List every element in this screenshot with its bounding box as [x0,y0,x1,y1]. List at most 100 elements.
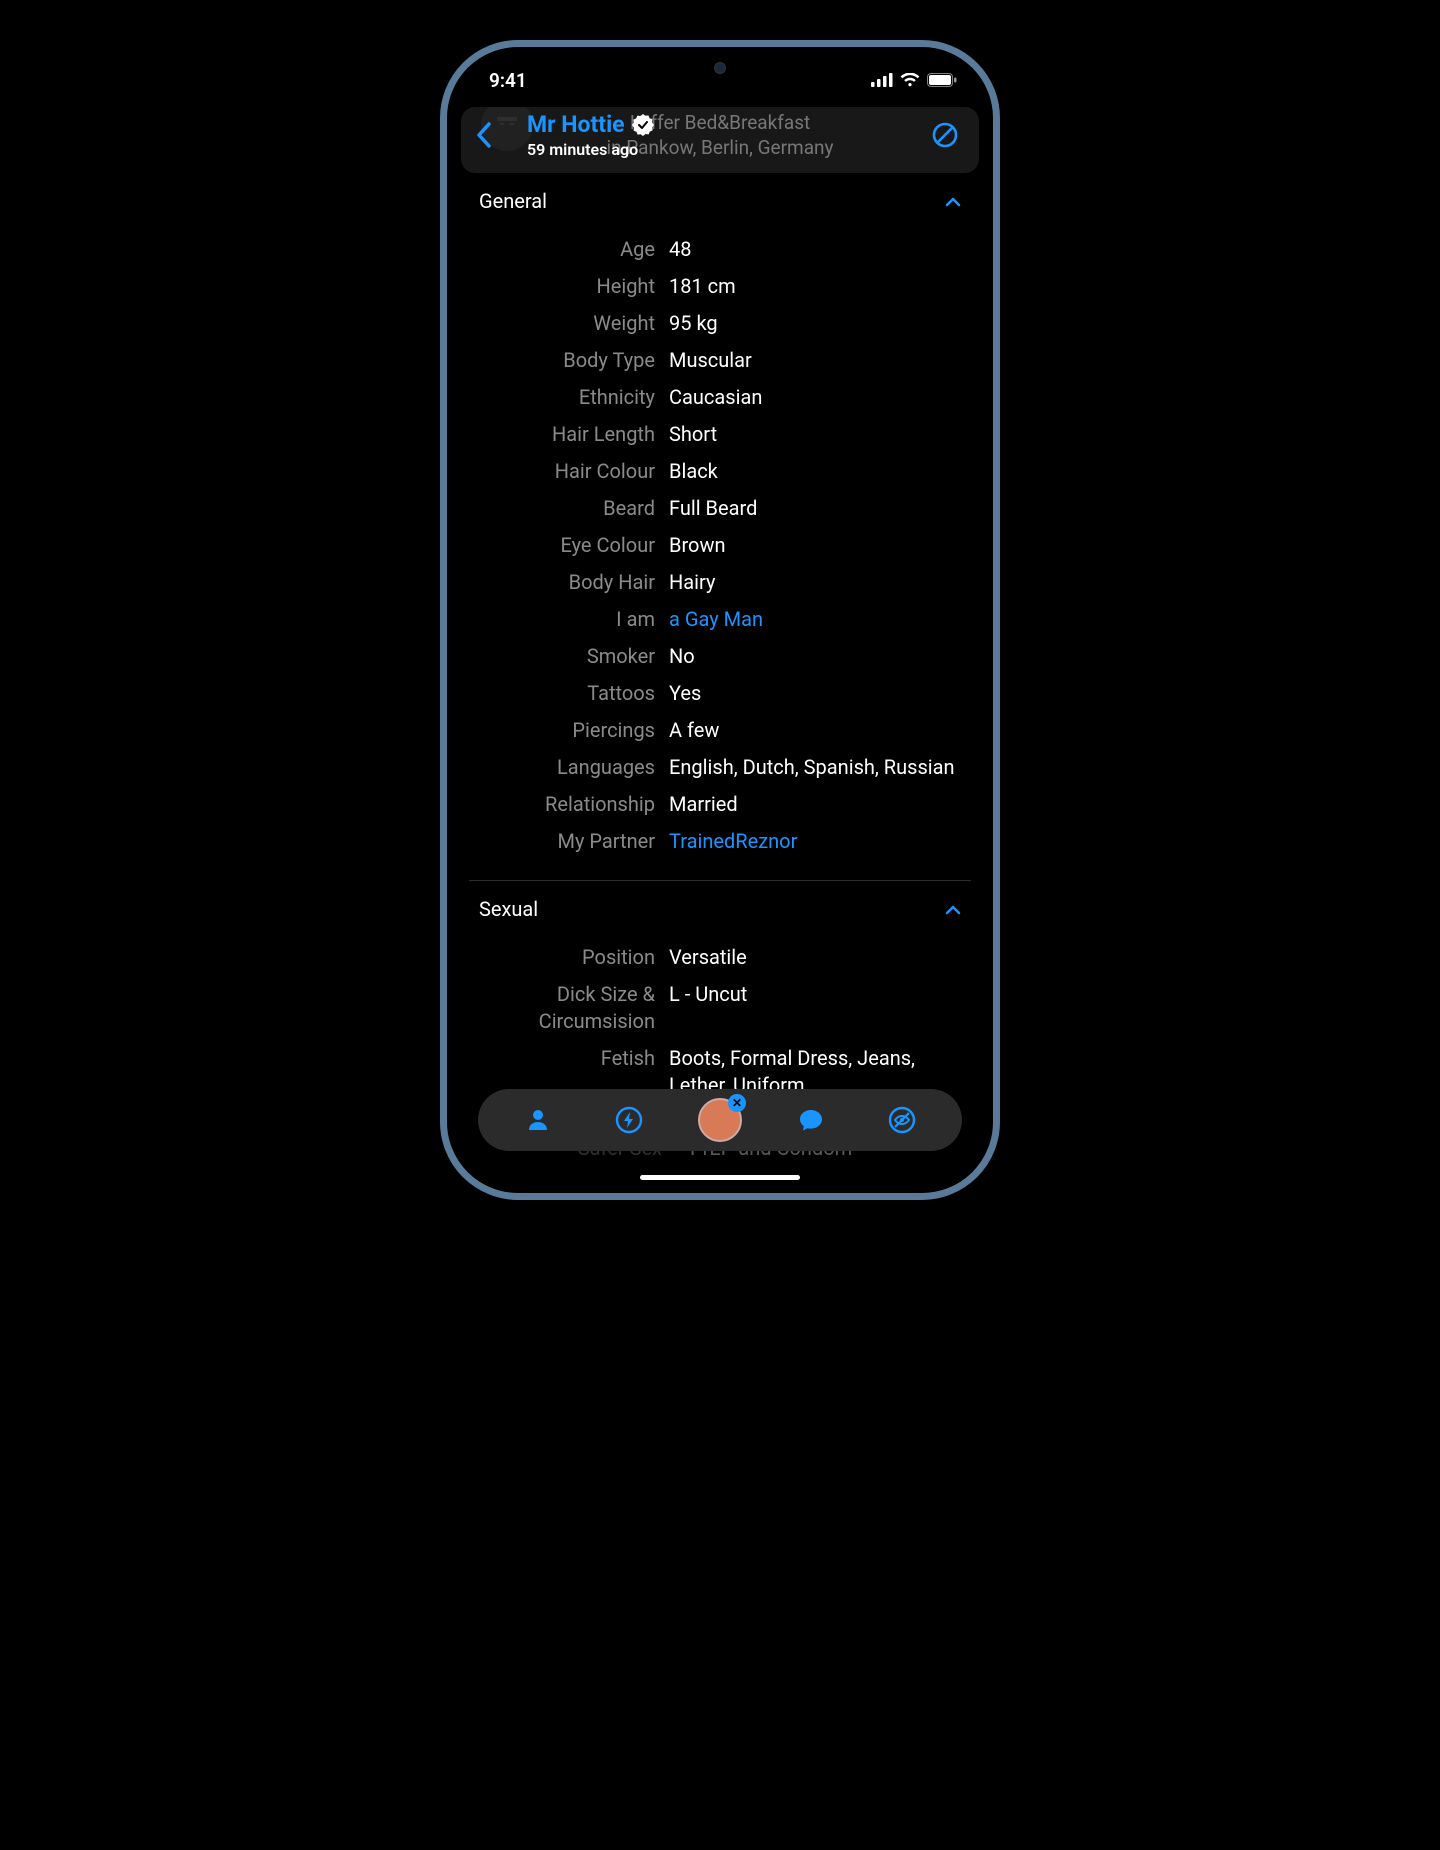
section-header-sexual[interactable]: Sexual [469,881,971,939]
row-label: I am [469,606,669,633]
table-row[interactable]: My PartnerTrainedReznor [469,823,971,860]
status-indicators [871,73,957,87]
front-camera [714,62,726,74]
verified-badge-icon [632,114,654,136]
phone-volume-up [440,297,442,369]
row-value: Caucasian [669,384,971,411]
block-button[interactable] [925,115,965,155]
eye-hidden-icon [887,1105,917,1135]
table-row[interactable]: I ama Gay Man [469,601,971,638]
title-block: Mr Hottie 59 minutes ago [527,111,925,159]
status-time: 9:41 [489,69,527,92]
username-row[interactable]: Mr Hottie [527,111,925,138]
back-button[interactable] [475,113,515,157]
phone-power-button [998,327,1000,437]
row-label: Body Hair [469,569,669,596]
row-label: Relationship [469,791,669,818]
row-value: Yes [669,680,971,707]
row-value: Short [669,421,971,448]
phone-mute-switch [440,217,442,255]
table-row: Hair ColourBlack [469,453,971,490]
table-row: Dick Size & CircumsisionL - Uncut [469,976,971,1040]
row-label: Body Type [469,347,669,374]
row-label: Position [469,944,669,971]
center-photo-button[interactable]: ✕ [696,1096,744,1144]
wifi-icon [900,73,920,87]
table-row: Eye ColourBrown [469,527,971,564]
profile-tab-button[interactable] [514,1096,562,1144]
row-value: Brown [669,532,971,559]
table-row: BeardFull Beard [469,490,971,527]
profile-content[interactable]: General Age48Height181 cmWeight95 kgBody… [453,173,987,1187]
flash-tab-button[interactable] [605,1096,653,1144]
chevron-up-icon [945,900,961,919]
section-header-general[interactable]: General [469,173,971,231]
username: Mr Hottie [527,111,625,138]
block-icon [931,121,959,149]
row-value: 181 cm [669,273,971,300]
row-label: Hair Colour [469,458,669,485]
row-value: Married [669,791,971,818]
notch [630,53,810,89]
last-seen: 59 minutes ago [527,140,925,159]
row-label: Ethnicity [469,384,669,411]
row-value: Muscular [669,347,971,374]
row-label: Languages [469,754,669,781]
phone-frame: 9:41 I offer Bed&Breakfast in Pankow, Be… [440,40,1000,1200]
table-row: PositionVersatile [469,939,971,976]
row-label: Beard [469,495,669,522]
row-value: Versatile [669,944,971,971]
row-value: A few [669,717,971,744]
row-value: No [669,643,971,670]
home-indicator[interactable] [640,1175,800,1180]
row-label: Piercings [469,717,669,744]
row-label: Height [469,273,669,300]
table-row: Body TypeMuscular [469,342,971,379]
chevron-left-icon [475,121,493,149]
table-row: SmokerNo [469,638,971,675]
table-row: Hair LengthShort [469,416,971,453]
screen: 9:41 I offer Bed&Breakfast in Pankow, Be… [453,53,987,1187]
row-value: Black [669,458,971,485]
table-row: LanguagesEnglish, Dutch, Spanish, Russia… [469,749,971,786]
row-value[interactable]: TrainedReznor [669,828,971,855]
row-label: My Partner [469,828,669,855]
row-value: English, Dutch, Spanish, Russian [669,754,971,781]
phone-volume-down [440,387,442,459]
section-title: Sexual [479,897,538,921]
row-value: Full Beard [669,495,971,522]
table-row: PiercingsA few [469,712,971,749]
bolt-circle-icon [614,1105,644,1135]
person-icon [524,1106,552,1134]
row-value: Hairy [669,569,971,596]
chat-tab-button[interactable] [787,1096,835,1144]
row-label: Weight [469,310,669,337]
row-value[interactable]: a Gay Man [669,606,971,633]
row-label: Smoker [469,643,669,670]
row-label: Dick Size & Circumsision [469,981,669,1035]
bottom-action-bar: ✕ [478,1089,962,1151]
chat-bubble-icon [797,1106,825,1134]
row-value: 48 [669,236,971,263]
hidden-tab-button[interactable] [878,1096,926,1144]
table-row: Age48 [469,231,971,268]
table-row: RelationshipMarried [469,786,971,823]
profile-header: I offer Bed&Breakfast in Pankow, Berlin,… [461,107,979,173]
row-value: L - Uncut [669,981,971,1035]
center-photo-thumb: ✕ [698,1098,742,1142]
table-row: Height181 cm [469,268,971,305]
close-icon[interactable]: ✕ [728,1094,746,1112]
row-value: 95 kg [669,310,971,337]
row-label: Age [469,236,669,263]
chevron-up-icon [945,192,961,211]
battery-icon [927,73,957,87]
table-row: TattoosYes [469,675,971,712]
general-table: Age48Height181 cmWeight95 kgBody TypeMus… [469,231,971,880]
table-row: EthnicityCaucasian [469,379,971,416]
table-row: Body HairHairy [469,564,971,601]
row-label: Tattoos [469,680,669,707]
table-row: Weight95 kg [469,305,971,342]
row-label: Hair Length [469,421,669,448]
section-title: General [479,189,547,213]
cellular-icon [871,73,893,87]
